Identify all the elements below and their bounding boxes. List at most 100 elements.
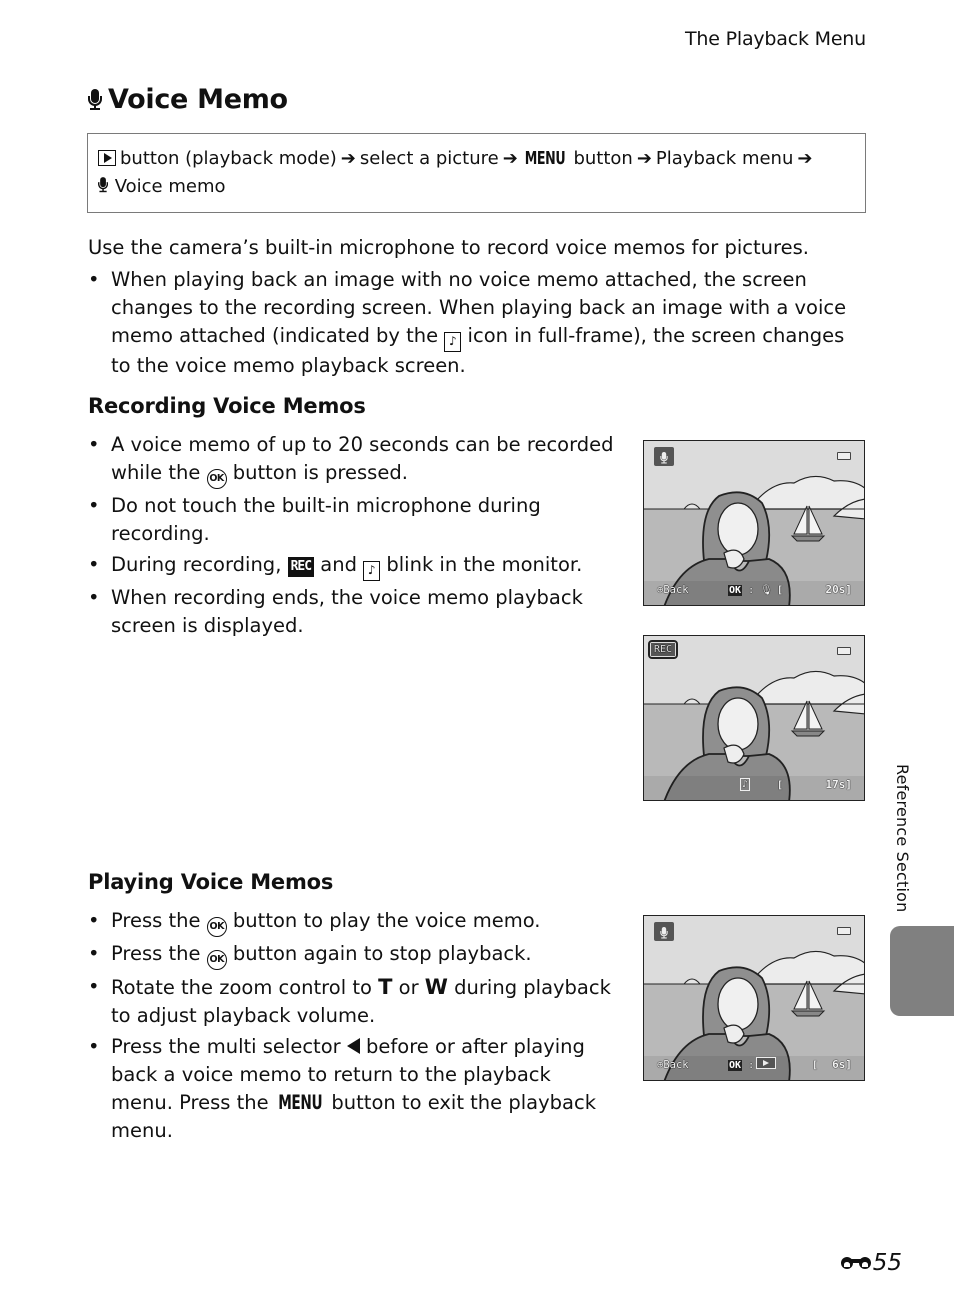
- voice-memo-note-icon: ♪: [363, 561, 381, 581]
- list-item: When recording ends, the voice memo play…: [88, 584, 618, 640]
- rec-icon: REC: [287, 557, 315, 577]
- battery-icon: [837, 647, 851, 655]
- menu-path-line-1: button (playback mode) ➔ select a picture ➔…: [98, 145, 855, 173]
- face: [717, 697, 759, 751]
- bullet-text: or: [392, 976, 425, 999]
- list-item: A voice memo of up to 20 seconds can be …: [88, 431, 618, 489]
- time-value: 6s: [832, 1058, 846, 1071]
- bullet-text: Rotate the zoom control to: [111, 976, 379, 999]
- face: [717, 502, 759, 556]
- time-value: 17s: [825, 778, 846, 791]
- path-text: Voice memo: [114, 176, 226, 197]
- side-tab[interactable]: [890, 926, 954, 1016]
- path-text: Playback menu: [655, 148, 794, 169]
- intro-section: Use the camera’s built-in microphone to …: [88, 234, 868, 380]
- time-bracket: [: [812, 1060, 819, 1071]
- back-indicator: ⊕Back: [657, 584, 689, 596]
- arrow-icon: ➔: [636, 148, 652, 169]
- mode-indicator: [654, 922, 674, 941]
- time-value: 20s: [825, 583, 846, 596]
- sailboat-hull: [790, 535, 826, 542]
- remaining-time: 17s]: [825, 778, 853, 791]
- remaining-time: 20s]: [825, 583, 853, 596]
- list-item: Press the multi selector before or after…: [88, 1033, 618, 1145]
- path-text: button (playback mode): [120, 148, 337, 169]
- arrow-icon: ➔: [502, 148, 518, 169]
- time-bracket: [: [777, 585, 784, 596]
- recording-heading: Recording Voice Memos: [88, 394, 366, 418]
- list-item: Do not touch the built-in microphone dur…: [88, 492, 618, 548]
- page-number-value: 55: [872, 1250, 902, 1276]
- recording-list: A voice memo of up to 20 seconds can be …: [88, 431, 618, 643]
- voice-memo-note-icon: ♪: [444, 332, 462, 352]
- microphone-icon: 🎙: [760, 585, 773, 596]
- camera-screen-record-ready: ⊕Back OK : 🎙 [ 20s]: [643, 440, 865, 606]
- section-header: The Playback Menu: [685, 28, 866, 50]
- bullet-text: button again to stop playback.: [226, 942, 532, 965]
- page-number: 55: [840, 1250, 902, 1276]
- menu-button-glyph: MENU: [524, 148, 566, 169]
- voice-memo-note-icon: ♪: [740, 778, 751, 791]
- side-tab-label: Reference Section: [893, 764, 912, 913]
- sailboat-hull: [790, 730, 826, 737]
- arrow-icon: ➔: [797, 148, 813, 169]
- rec-indicator: REC: [648, 640, 679, 659]
- list-item: When playing back an image with no voice…: [88, 266, 868, 380]
- remaining-time: 6s]: [832, 1058, 852, 1071]
- microphone-icon: [660, 451, 668, 464]
- bullet-text: blink in the monitor.: [380, 553, 583, 576]
- ok-label: OK: [728, 585, 743, 596]
- back-indicator: ⊕Back: [657, 1059, 689, 1071]
- bullet-text: When recording ends, the voice memo play…: [111, 586, 583, 637]
- ok-indicator: OK : 🎙: [728, 585, 773, 596]
- camera-screen-playback: ⊕Back OK : [ 6s]: [643, 915, 865, 1081]
- ok-indicator: OK :: [728, 1057, 777, 1071]
- bullet-text: button is pressed.: [226, 461, 408, 484]
- page-title: Voice Memo: [88, 84, 288, 115]
- tele-glyph: T: [378, 975, 393, 999]
- scene-illustration: [644, 441, 864, 605]
- face: [717, 977, 759, 1031]
- list-item: Press the OK button again to stop playba…: [88, 940, 618, 970]
- bullet-text: and: [314, 553, 364, 576]
- arrow-icon: ➔: [340, 148, 356, 169]
- playback-button-icon: [98, 150, 116, 166]
- intro-text: Use the camera’s built-in microphone to …: [88, 236, 809, 259]
- battery-icon: [837, 452, 851, 460]
- page-title-text: Voice Memo: [108, 84, 288, 115]
- sailboat-hull: [790, 1010, 826, 1017]
- microphone-icon: [98, 177, 109, 193]
- back-label: Back: [663, 584, 689, 596]
- bullet-text: Press the multi selector: [111, 1035, 347, 1058]
- list-item: Rotate the zoom control to T or W during…: [88, 973, 618, 1030]
- microphone-icon: [660, 926, 668, 939]
- camera-screen-recording: REC ♪ [ 17s]: [643, 635, 865, 801]
- path-text: button: [573, 148, 633, 169]
- path-text: select a picture: [359, 148, 499, 169]
- binoculars-icon: [840, 1255, 871, 1271]
- list-item: Press the OK button to play the voice me…: [88, 907, 618, 937]
- bullet-text: button to play the voice memo.: [226, 909, 541, 932]
- menu-path-line-2: Voice memo: [98, 173, 855, 201]
- back-label: Back: [663, 1059, 689, 1071]
- wide-glyph: W: [424, 975, 448, 999]
- list-item: During recording, REC and ♪ blink in the…: [88, 551, 618, 581]
- ok-button-icon: OK: [206, 917, 227, 937]
- playing-heading: Playing Voice Memos: [88, 870, 334, 894]
- ok-button-icon: OK: [206, 469, 227, 489]
- scene-illustration: [644, 636, 864, 800]
- playing-list: Press the OK button to play the voice me…: [88, 907, 618, 1148]
- ok-button-icon: OK: [206, 950, 227, 970]
- ok-label: OK: [728, 1060, 743, 1071]
- menu-button-glyph: MENU: [278, 1091, 323, 1114]
- rec-label: REC: [651, 643, 676, 656]
- mode-indicator: [654, 447, 674, 466]
- bullet-text: During recording,: [111, 553, 288, 576]
- play-icon: [756, 1057, 777, 1069]
- bullet-text: Press the: [111, 909, 207, 932]
- bullet-text: Press the: [111, 942, 207, 965]
- menu-path-box: button (playback mode) ➔ select a picture ➔…: [87, 133, 866, 213]
- multi-selector-left-icon: [346, 1038, 360, 1054]
- time-bracket: [: [777, 780, 784, 791]
- microphone-icon: [88, 88, 102, 111]
